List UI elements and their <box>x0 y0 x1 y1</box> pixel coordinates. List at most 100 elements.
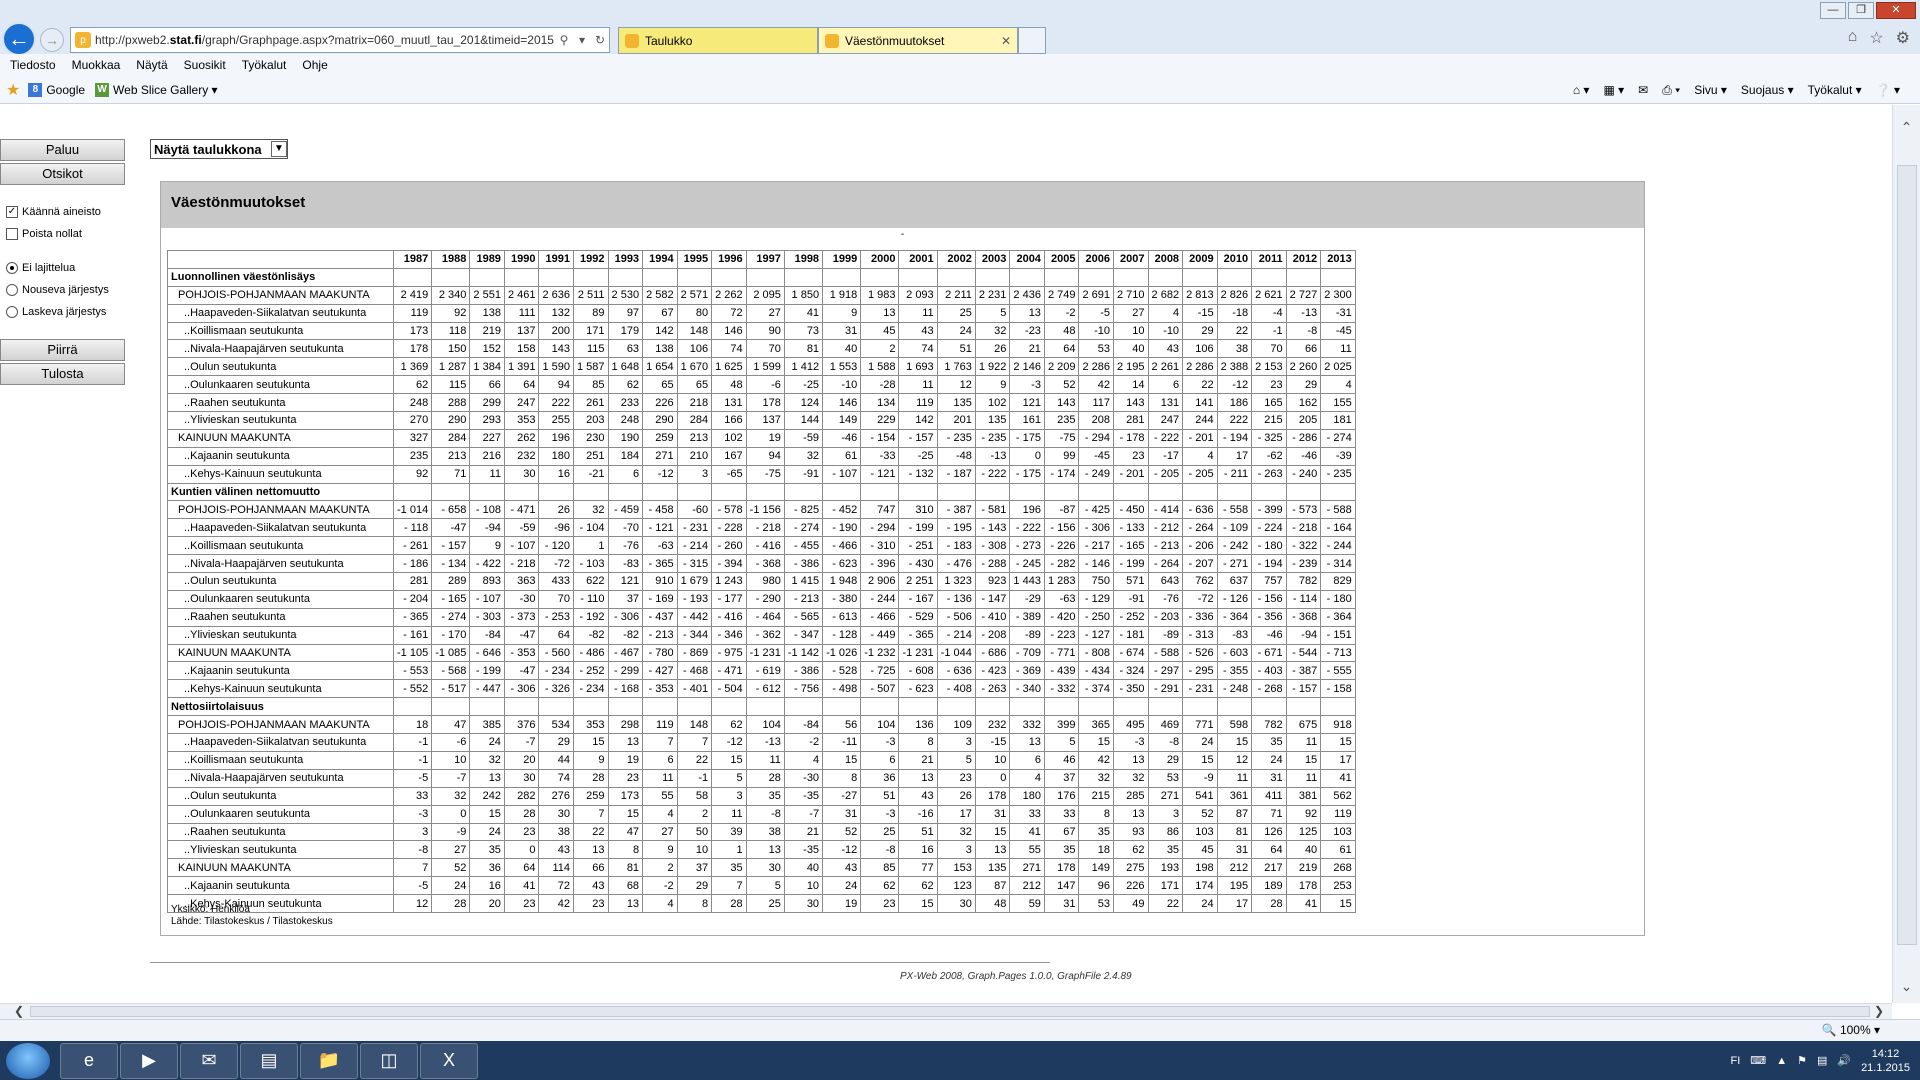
menu-tiedosto[interactable]: Tiedosto <box>10 58 56 72</box>
cmd-tyokalut[interactable]: Työkalut ▾ <box>1808 83 1862 97</box>
value-cell: - 336 <box>1182 607 1218 627</box>
value-cell: 12 <box>1216 750 1253 770</box>
view-select[interactable]: Näytä taulukkona ▼ <box>150 139 288 159</box>
volume-icon[interactable]: 🔊 <box>1837 1054 1851 1067</box>
value-cell: - 222 <box>1009 518 1045 538</box>
value-cell: - 306 <box>503 679 540 699</box>
value-cell: 30 <box>783 894 824 913</box>
radio-unselected[interactable] <box>6 306 18 318</box>
presentation-icon[interactable]: ◫ <box>360 1042 418 1079</box>
value-cell: 178 <box>1043 858 1080 878</box>
ie-icon[interactable]: e <box>60 1042 118 1079</box>
tab-vaestonmuutokset[interactable]: Väestönmuutokset ✕ <box>818 27 1018 54</box>
close-tab-icon[interactable]: ✕ <box>1001 34 1011 48</box>
language-indicator[interactable]: FI <box>1731 1055 1741 1067</box>
value-cell: 61 <box>1320 840 1356 860</box>
value-cell: 143 <box>1043 393 1080 413</box>
dropdown-icon[interactable]: ▾ <box>573 33 591 47</box>
zoom-level[interactable]: 🔍 100% ▾ <box>1822 1023 1880 1037</box>
value-cell: - 558 <box>1216 500 1253 520</box>
flag-icon[interactable]: ⚑ <box>1797 1054 1807 1067</box>
explorer-folder-icon[interactable]: 📁 <box>300 1042 358 1079</box>
menu-suosikit[interactable]: Suosikit <box>184 58 226 72</box>
network-icon[interactable]: ▤ <box>1817 1054 1827 1067</box>
value-cell: 18 <box>1078 840 1114 860</box>
year-header: 2007 <box>1113 250 1149 269</box>
help-icon[interactable]: ❔ ▾ <box>1876 83 1900 97</box>
feeds-icon[interactable]: ▦ ▾ <box>1603 83 1624 97</box>
cmd-suojaus[interactable]: Suojaus ▾ <box>1741 83 1794 97</box>
new-tab-button[interactable] <box>1018 27 1046 54</box>
laskeva-option[interactable]: Laskeva järjestys <box>0 301 125 323</box>
minimize-button[interactable]: — <box>1820 2 1846 19</box>
scroll-right-icon[interactable]: ❯ <box>1874 1004 1884 1018</box>
value-cell: - 212 <box>1147 518 1184 538</box>
year-header: 2006 <box>1078 250 1114 269</box>
cmd-sivu[interactable]: Sivu ▾ <box>1694 83 1727 97</box>
search-icon[interactable]: ⚲ <box>555 33 573 47</box>
value-cell: 13 <box>1113 750 1149 770</box>
outlook-icon[interactable]: ✉ <box>180 1042 238 1079</box>
scroll-thumb[interactable] <box>30 1006 1870 1017</box>
piirra-button[interactable]: Piirrä <box>0 339 125 361</box>
close-window-button[interactable]: ✕ <box>1876 2 1916 19</box>
restore-button[interactable]: ❐ <box>1848 2 1874 19</box>
excel-icon[interactable]: X <box>420 1042 478 1079</box>
refresh-icon[interactable]: ↻ <box>591 33 609 47</box>
radio-selected[interactable] <box>6 262 18 274</box>
mail-icon[interactable]: ✉ <box>1638 83 1648 97</box>
menu-ohje[interactable]: Ohje <box>302 58 327 72</box>
table-row: ..Kehys-Kainuun seutukunta 92 71 11 30 16 -21 6… <box>167 464 1356 484</box>
vertical-scrollbar[interactable]: ⌃ ⌄ <box>1892 105 1920 1003</box>
paluu-button[interactable]: Paluu <box>0 139 125 161</box>
value-cell: 17 <box>936 804 976 824</box>
nouseva-option[interactable]: Nouseva järjestys <box>0 279 125 301</box>
tab-taulukko[interactable]: Taulukko <box>618 27 818 54</box>
clock[interactable]: 14:12 21.1.2015 <box>1861 1047 1910 1075</box>
value-cell: - 126 <box>1216 589 1253 609</box>
kaanna-aineisto-option[interactable]: ✓ Käännä aineisto <box>0 201 125 223</box>
value-cell: 48 <box>711 375 747 395</box>
chevron-up-icon[interactable]: ▲ <box>1776 1055 1787 1067</box>
value-cell: 135 <box>936 393 976 413</box>
fav-web-slice-gallery[interactable]: W Web Slice Gallery ▾ <box>95 82 218 97</box>
back-button[interactable]: ← <box>2 22 36 56</box>
radio-unselected[interactable] <box>6 284 18 296</box>
address-bar[interactable]: p http://pxweb2.stat.fi/graph/Graphpage.… <box>70 27 610 53</box>
print-icon[interactable]: ⎙ ▾ <box>1662 83 1680 98</box>
fav-google[interactable]: 8 Google <box>28 82 85 97</box>
poista-nollat-option[interactable]: Poista nollat <box>0 223 125 245</box>
scroll-left-icon[interactable]: ❮ <box>14 1004 24 1018</box>
value-cell: 24 <box>1182 733 1218 752</box>
value-cell: 32 <box>974 321 1011 341</box>
value-cell: 32 <box>936 822 976 842</box>
menu-nayta[interactable]: Näytä <box>136 58 167 72</box>
remote-app-icon[interactable]: ▤ <box>240 1042 298 1079</box>
value-cell: 271 <box>1147 786 1184 806</box>
keyboard-icon[interactable]: ⌨ <box>1750 1054 1766 1067</box>
home-icon[interactable]: ⌂ <box>1848 28 1858 48</box>
favorites-star-icon[interactable]: ☆ <box>1869 28 1883 48</box>
media-player-icon[interactable]: ▶ <box>120 1042 178 1079</box>
otsikot-button[interactable]: Otsikot <box>0 163 125 185</box>
value-cell: - 156 <box>1251 589 1287 609</box>
menu-tyokalut[interactable]: Työkalut <box>242 58 287 72</box>
horizontal-scrollbar[interactable]: ❮ ❯ <box>0 1003 1892 1019</box>
tulosta-button[interactable]: Tulosta <box>0 363 125 385</box>
scroll-down-icon[interactable]: ⌄ <box>1893 978 1920 995</box>
checkbox-unchecked[interactable] <box>6 228 18 240</box>
scroll-thumb[interactable] <box>1897 165 1917 945</box>
value-cell: 89 <box>573 303 609 323</box>
scroll-up-icon[interactable]: ⌃ <box>1893 119 1920 136</box>
start-button[interactable] <box>6 1042 50 1079</box>
favorites-star-icon[interactable]: ★ <box>6 80 20 100</box>
value-cell: 17 <box>1320 750 1356 770</box>
settings-gear-icon[interactable]: ⚙ <box>1896 28 1910 48</box>
checkbox-checked[interactable]: ✓ <box>6 206 18 218</box>
empty-cell <box>503 482 540 502</box>
menu-muokkaa[interactable]: Muokkaa <box>72 58 121 72</box>
forward-button[interactable]: → <box>40 28 64 52</box>
value-cell: -63 <box>1043 589 1080 609</box>
ei-lajittelua-option[interactable]: Ei lajittelua <box>0 257 125 279</box>
home-icon[interactable]: ⌂ ▾ <box>1573 83 1590 97</box>
